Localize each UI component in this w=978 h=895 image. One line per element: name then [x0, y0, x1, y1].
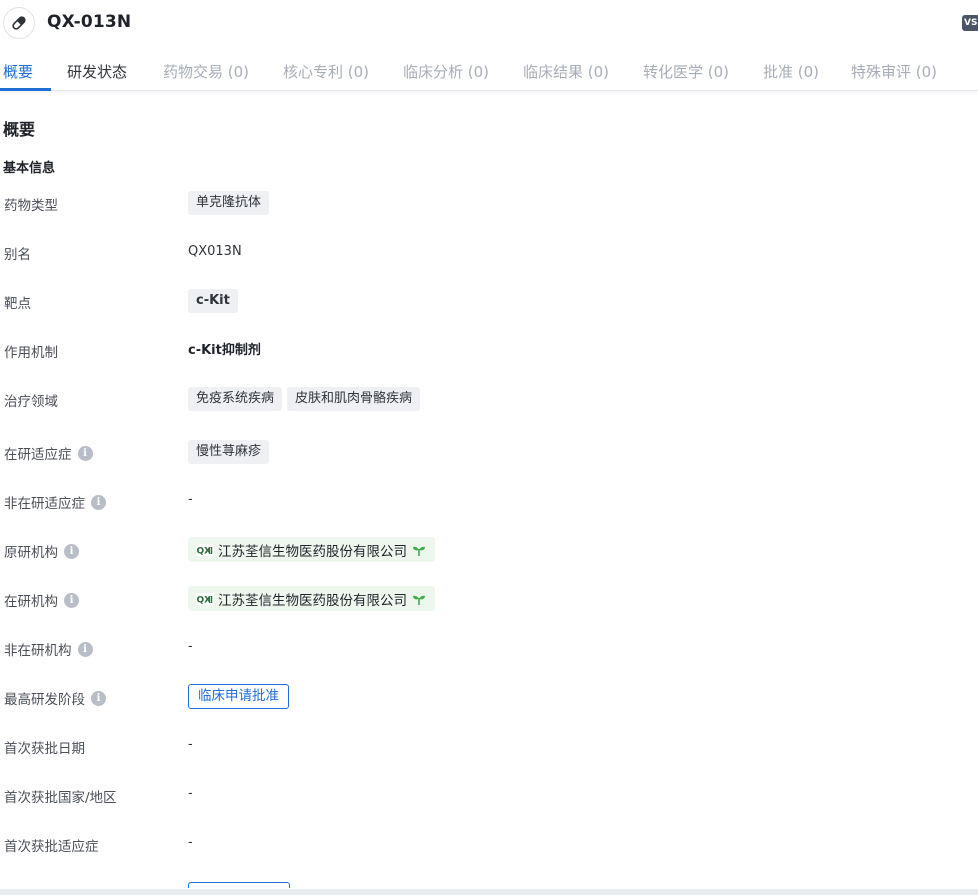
field-value-drug-type: 单克隆抗体 [188, 191, 274, 215]
company-logo-icon: QX [196, 592, 214, 605]
field-value-highest-phase: 临床申请批准 [188, 684, 289, 709]
company-logo-icon: QX [196, 543, 214, 556]
org-chip[interactable]: QX 江苏荃信生物医药股份有限公司 [188, 586, 435, 611]
field-label-first-approval-date: 首次获批日期 [4, 737, 85, 757]
field-label-first-approval-indication: 首次获批适应症 [4, 835, 99, 855]
field-value-inactive-org: - [188, 639, 193, 654]
field-label-text: 原研机构 [4, 545, 58, 561]
field-label-target: 靶点 [4, 292, 31, 312]
field-label-text: 首次获批适应症 [4, 839, 99, 855]
field-label-text: 首次获批日期 [4, 741, 85, 757]
tab-special-review[interactable]: 特殊审评 (0) [851, 61, 937, 82]
target-chip[interactable]: c-Kit [188, 289, 238, 313]
tab-clinical-results[interactable]: 临床结果 (0) [523, 61, 609, 82]
field-label-text: 最高研发阶段 [4, 692, 85, 708]
tab-translational-medicine[interactable]: 转化医学 (0) [643, 61, 729, 82]
field-value-originator: QX 江苏荃信生物医药股份有限公司 [188, 537, 435, 562]
sprout-icon [413, 546, 425, 556]
field-label-inactive-org: 非在研机构 i [4, 639, 93, 659]
field-label-first-approval-region: 首次获批国家/地区 [4, 786, 117, 806]
field-label-mechanism: 作用机制 [4, 341, 58, 361]
info-icon[interactable]: i [64, 543, 79, 559]
info-icon[interactable]: i [91, 494, 106, 510]
field-label-text: 非在研机构 [4, 643, 72, 659]
basic-info-title: 基本信息 [3, 161, 56, 176]
field-label-text: 在研机构 [4, 594, 58, 610]
info-icon[interactable]: i [77, 445, 93, 461]
tab-rd-status[interactable]: 研发状态 [67, 61, 127, 82]
therapeutic-area-chip[interactable]: 免疫系统疾病 [188, 387, 283, 411]
info-icon[interactable]: i [91, 690, 106, 706]
field-label-highest-phase: 最高研发阶段 i [4, 688, 106, 708]
field-label-inactive-indication: 非在研适应症 i [4, 492, 106, 512]
tab-drug-deals[interactable]: 药物交易 (0) [163, 61, 249, 82]
info-icon[interactable]: i [64, 592, 79, 608]
field-label-text: 药物类型 [4, 198, 58, 214]
field-value-active-org: QX 江苏荃信生物医药股份有限公司 [188, 586, 435, 611]
field-label-originator: 原研机构 i [4, 541, 79, 561]
field-value-first-approval-date: - [188, 737, 193, 752]
field-label-text: 别名 [4, 247, 31, 263]
tab-overview[interactable]: 概要 [3, 61, 33, 82]
field-label-active-org: 在研机构 i [4, 590, 79, 610]
tab-core-patents[interactable]: 核心专利 (0) [283, 61, 369, 82]
active-tab-indicator [0, 88, 51, 91]
version-badge[interactable]: VS [962, 15, 978, 31]
phase-badge[interactable]: 临床申请批准 [188, 684, 289, 709]
section-title: 概要 [3, 120, 36, 139]
capsule-icon [3, 7, 35, 39]
field-label-text: 首次获批国家/地区 [4, 790, 117, 806]
sprout-icon [413, 595, 425, 605]
page-title: QX-013N [47, 12, 132, 32]
field-value-first-approval-region: - [188, 786, 193, 801]
horizontal-scrollbar[interactable] [0, 889, 978, 895]
field-label-text: 在研适应症 [4, 447, 72, 463]
svg-text:QX: QX [197, 546, 212, 556]
field-label-text: 治疗领域 [4, 394, 58, 410]
next-row-phase-edge [188, 882, 290, 888]
svg-text:QX: QX [197, 595, 212, 605]
org-chip[interactable]: QX 江苏荃信生物医药股份有限公司 [188, 537, 435, 562]
field-label-text: 作用机制 [4, 345, 58, 361]
field-label-active-indication: 在研适应症 i [4, 443, 93, 463]
field-value-active-indication: 慢性荨麻疹 [188, 440, 274, 464]
field-label-therapeutic-area: 治疗领域 [4, 390, 58, 410]
drug-type-chip[interactable]: 单克隆抗体 [188, 191, 270, 215]
field-value-target: c-Kit [188, 289, 243, 313]
tab-clinical-analysis[interactable]: 临床分析 (0) [403, 61, 489, 82]
field-value-alias: QX013N [188, 244, 242, 259]
info-icon[interactable]: i [77, 641, 93, 657]
field-label-drug-type: 药物类型 [4, 194, 58, 214]
field-label-alias: 别名 [4, 243, 31, 263]
field-value-therapeutic-area: 免疫系统疾病 皮肤和肌肉骨骼疾病 [188, 387, 425, 411]
tab-approval[interactable]: 批准 (0) [763, 61, 819, 82]
tab-bar: 概要 研发状态 药物交易 (0) 核心专利 (0) 临床分析 (0) 临床结果 … [0, 52, 978, 91]
org-name: 江苏荃信生物医药股份有限公司 [218, 543, 407, 560]
field-label-text: 非在研适应症 [4, 496, 85, 512]
indication-chip[interactable]: 慢性荨麻疹 [188, 440, 270, 464]
field-value-mechanism[interactable]: c-Kit抑制剂 [188, 339, 261, 358]
field-label-text: 靶点 [4, 296, 31, 312]
field-value-inactive-indication: - [188, 492, 193, 507]
therapeutic-area-chip[interactable]: 皮肤和肌肉骨骼疾病 [287, 387, 421, 411]
org-name: 江苏荃信生物医药股份有限公司 [218, 592, 407, 609]
field-value-first-approval-indication: - [188, 835, 193, 850]
page-header: QX-013N VS [0, 0, 978, 46]
